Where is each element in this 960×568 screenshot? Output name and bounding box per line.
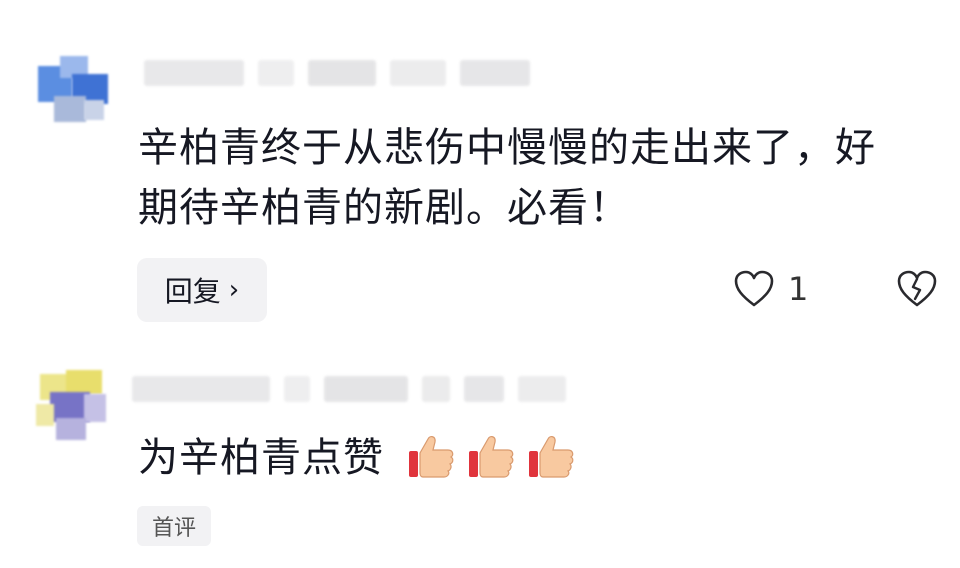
thumbs-up-icon [528, 436, 574, 478]
reply-label: 回复 [164, 275, 221, 308]
heart-icon [734, 270, 774, 307]
comment-text: 辛柏青终于从悲伤中慢慢的走出来了，好 期待辛柏青的新剧。必看！ [138, 118, 876, 238]
comment-text-line: 辛柏青终于从悲伤中慢慢的走出来了，好 [138, 125, 876, 171]
chevron-right-icon: › [228, 275, 240, 305]
first-comment-badge: 首评 [137, 506, 211, 546]
avatar[interactable] [38, 56, 110, 128]
thumbs-up-icon [408, 436, 454, 478]
reply-button[interactable]: 回复 › [137, 258, 267, 322]
username-blurred[interactable] [132, 376, 566, 402]
dislike-button[interactable] [896, 270, 938, 312]
avatar[interactable] [36, 370, 108, 442]
emoji-group [406, 431, 576, 481]
comment-item: 辛柏青终于从悲伤中慢慢的走出来了，好 期待辛柏青的新剧。必看！ 回复 › 1 [0, 0, 960, 340]
comment-text: 为辛柏青点赞 [138, 428, 576, 488]
thumbs-up-icon [468, 436, 514, 478]
like-button[interactable]: 1 [734, 270, 808, 308]
broken-heart-icon [897, 270, 937, 307]
comment-text-line: 为辛柏青点赞 [138, 435, 384, 481]
comment-text-line: 期待辛柏青的新剧。必看！ [138, 185, 630, 231]
like-count: 1 [788, 270, 809, 308]
username-blurred[interactable] [144, 60, 530, 86]
